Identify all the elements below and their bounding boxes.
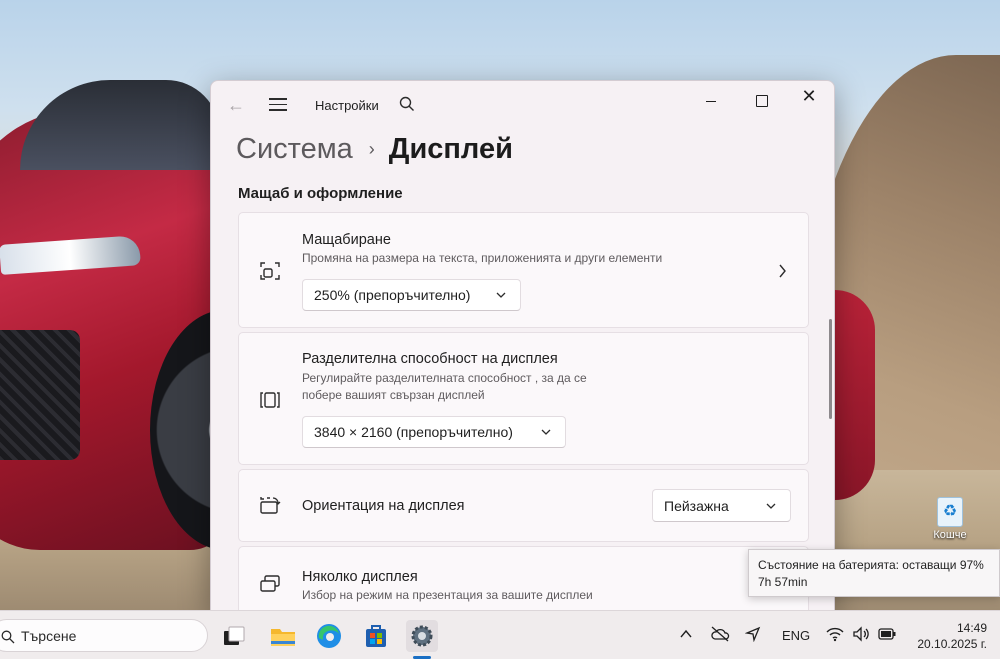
breadcrumb: Система › Дисплей bbox=[236, 129, 513, 169]
search-icon[interactable] bbox=[399, 96, 415, 112]
chevron-down-icon bbox=[541, 429, 551, 435]
wifi-icon[interactable] bbox=[826, 626, 844, 645]
recycle-bin-icon: ♻ bbox=[937, 497, 963, 527]
wallpaper-car-roof bbox=[20, 80, 220, 170]
breadcrumb-separator-icon: › bbox=[368, 138, 375, 159]
chevron-down-icon bbox=[766, 503, 776, 509]
clock-date: 20.10.2025 г. bbox=[917, 637, 987, 651]
close-button[interactable]: ✕ bbox=[789, 87, 829, 117]
task-view-button[interactable] bbox=[218, 620, 250, 652]
chevron-right-icon[interactable] bbox=[777, 264, 787, 278]
resolution-description-line1: Регулирайте разделителната способност , … bbox=[302, 371, 587, 385]
scale-description: Промяна на размера на текста, приложения… bbox=[302, 251, 663, 265]
task-view-icon bbox=[224, 626, 245, 645]
resolution-title: Разделителна способност на дисплея bbox=[302, 351, 558, 367]
multiple-displays-card[interactable]: Няколко дисплея Избор на режим на презен… bbox=[238, 546, 809, 610]
multiple-displays-icon bbox=[260, 575, 280, 592]
scale-dropdown[interactable]: 250% (препоръчително) bbox=[302, 279, 521, 311]
wallpaper-car-grill bbox=[0, 330, 80, 460]
gear-icon bbox=[411, 625, 433, 647]
minimize-button[interactable] bbox=[691, 87, 731, 117]
resolution-card: Разделителна способност на дисплея Регул… bbox=[238, 332, 809, 465]
show-hidden-icons-chevron-icon[interactable] bbox=[680, 627, 692, 642]
settings-window: ← Настройки ✕ Система › Дисплей Мащаб и … bbox=[210, 80, 835, 611]
page-title: Дисплей bbox=[388, 132, 513, 165]
recycle-bin-desktop-icon[interactable]: ♻ Кошче bbox=[925, 497, 975, 541]
chevron-down-icon bbox=[496, 292, 506, 298]
title-bar: ← Настройки ✕ bbox=[211, 81, 834, 129]
orientation-dropdown-value: Пейзажна bbox=[664, 497, 729, 514]
battery-tooltip-status: Състояние на батерията: оставащи 97% bbox=[758, 558, 984, 572]
app-title: Настройки bbox=[315, 98, 379, 113]
location-icon[interactable] bbox=[744, 626, 761, 645]
multiple-displays-description: Избор на режим на презентация за вашите … bbox=[302, 588, 593, 602]
volume-icon[interactable] bbox=[852, 626, 870, 645]
clock[interactable]: 14:49 20.10.2025 г. bbox=[905, 620, 987, 652]
clock-time: 14:49 bbox=[956, 621, 987, 635]
battery-icon[interactable] bbox=[878, 628, 896, 643]
store-icon bbox=[366, 625, 386, 647]
multiple-displays-title: Няколко дисплея bbox=[302, 569, 418, 585]
resolution-dropdown[interactable]: 3840 × 2160 (препоръчително) bbox=[302, 416, 566, 448]
scale-dropdown-value: 250% (препоръчително) bbox=[314, 287, 471, 303]
orientation-dropdown[interactable]: Пейзажна bbox=[652, 489, 791, 522]
onedrive-offline-icon[interactable] bbox=[710, 626, 730, 645]
settings-app-button[interactable] bbox=[406, 620, 438, 652]
scrollbar[interactable] bbox=[829, 319, 832, 419]
language-indicator[interactable]: ENG bbox=[782, 628, 810, 643]
orientation-title: Ориентация на дисплея bbox=[302, 498, 465, 514]
taskbar-search-text: Търсене bbox=[21, 628, 77, 644]
hamburger-menu-icon[interactable] bbox=[269, 98, 287, 112]
edge-icon bbox=[317, 624, 341, 648]
breadcrumb-parent[interactable]: Система bbox=[236, 133, 353, 166]
edge-browser-button[interactable] bbox=[313, 620, 345, 652]
search-icon bbox=[1, 630, 15, 644]
recycle-bin-label: Кошче bbox=[933, 529, 967, 541]
resolution-icon bbox=[260, 392, 280, 408]
resolution-dropdown-value: 3840 × 2160 (препоръчително) bbox=[314, 424, 513, 440]
section-title: Мащаб и оформление bbox=[238, 185, 403, 202]
maximize-button[interactable] bbox=[741, 87, 781, 117]
orientation-card: Ориентация на дисплея Пейзажна bbox=[238, 469, 809, 542]
battery-tooltip-time: 7h 57min bbox=[758, 575, 808, 589]
file-explorer-button[interactable] bbox=[267, 620, 299, 652]
battery-tooltip: Състояние на батерията: оставащи 97% 7h … bbox=[748, 549, 1000, 597]
scale-card[interactable]: Мащабиране Промяна на размера на текста,… bbox=[238, 212, 809, 328]
scale-icon bbox=[260, 262, 280, 280]
orientation-icon bbox=[260, 497, 281, 514]
taskbar-search-box[interactable]: Търсене bbox=[0, 619, 208, 652]
folder-icon bbox=[271, 629, 295, 646]
taskbar: Търсене ENG 14:49 20.10.2025 г. bbox=[0, 610, 1000, 659]
microsoft-store-button[interactable] bbox=[360, 620, 392, 652]
back-arrow-icon[interactable]: ← bbox=[225, 95, 247, 117]
resolution-description-line2: побере вашият свързан дисплей bbox=[302, 388, 485, 402]
scale-title: Мащабиране bbox=[302, 232, 391, 248]
